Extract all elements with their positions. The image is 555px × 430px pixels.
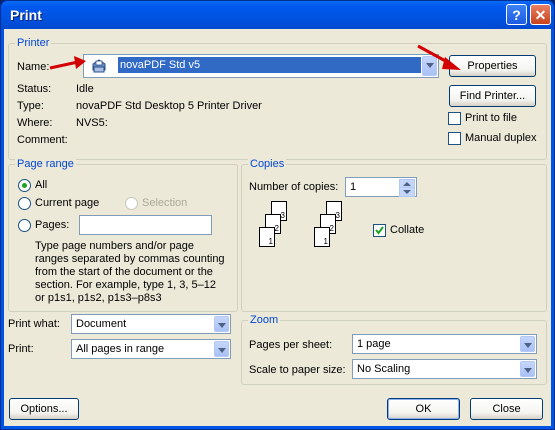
printer-group-label: Printer	[15, 37, 52, 49]
print-to-file-checkbox[interactable]	[448, 112, 461, 125]
zoom-group-label: Zoom	[248, 314, 281, 326]
annotation-arrow-right	[417, 44, 461, 70]
title-bar[interactable]: Print ? ✕	[1, 1, 554, 29]
find-printer-button[interactable]: Find Printer...	[449, 85, 536, 107]
all-radio-label[interactable]: All	[35, 179, 47, 191]
manual-duplex-label[interactable]: Manual duplex	[465, 132, 537, 144]
where-label: Where:	[17, 117, 53, 129]
manual-duplex-checkbox[interactable]	[448, 132, 461, 145]
pages-per-sheet-select[interactable]: 1 page	[352, 334, 537, 354]
printer-icon	[90, 58, 108, 74]
page-icon: 1	[314, 227, 330, 247]
where-value: NVS5:	[76, 117, 108, 129]
print-dialog: Print ? ✕ Printer Name: novaPDF Std v5 P…	[0, 0, 555, 430]
print-what-label: Print what:	[8, 318, 60, 330]
collate-illustration: 3 2 1 3 2 1	[249, 201, 349, 261]
dialog-body: Printer Name: novaPDF Std v5 Properties …	[4, 29, 551, 426]
pages-label[interactable]: Pages:	[35, 219, 69, 231]
name-label: Name:	[17, 61, 50, 73]
all-radio[interactable]	[18, 179, 31, 192]
status-value: Idle	[76, 83, 94, 95]
scale-to-paper-select[interactable]: No Scaling	[352, 359, 537, 379]
ok-button[interactable]: OK	[387, 398, 460, 420]
pages-per-sheet-value: 1 page	[357, 338, 391, 350]
print-what-select[interactable]: Document	[71, 314, 231, 334]
copies-stepper[interactable]: 1	[345, 177, 417, 197]
printer-name-value: novaPDF Std v5	[118, 57, 421, 73]
print-to-file-label[interactable]: Print to file	[465, 112, 517, 124]
pages-input[interactable]	[79, 215, 212, 235]
close-button[interactable]: Close	[470, 398, 543, 420]
pages-radio[interactable]	[18, 219, 31, 232]
chevron-down-icon[interactable]	[214, 316, 229, 332]
selection-label[interactable]: Selection	[142, 197, 187, 209]
print-value: All pages in range	[76, 343, 165, 355]
page-range-help-text: Type page numbers and/or page ranges sep…	[35, 240, 225, 304]
page-range-group-label: Page range	[15, 158, 76, 170]
selection-radio[interactable]	[125, 197, 138, 210]
scale-to-paper-label: Scale to paper size:	[249, 364, 346, 376]
print-select[interactable]: All pages in range	[71, 339, 231, 359]
print-what-value: Document	[76, 318, 127, 330]
window-title: Print	[10, 7, 42, 23]
options-button[interactable]: Options...	[9, 398, 79, 420]
spin-down-icon[interactable]	[399, 187, 415, 197]
chevron-down-icon[interactable]	[520, 361, 535, 377]
help-button[interactable]: ?	[506, 4, 527, 25]
type-value: novaPDF Std Desktop 5 Printer Driver	[76, 100, 262, 112]
annotation-arrow-left	[49, 56, 86, 70]
scale-to-paper-value: No Scaling	[357, 363, 411, 375]
collate-checkbox[interactable]	[373, 224, 386, 237]
chevron-down-icon[interactable]	[520, 336, 535, 352]
type-label: Type:	[17, 100, 44, 112]
close-window-button[interactable]: ✕	[530, 4, 551, 25]
printer-name-select[interactable]: novaPDF Std v5	[83, 54, 439, 78]
collate-label[interactable]: Collate	[390, 224, 424, 236]
page-icon: 1	[259, 227, 275, 247]
chevron-down-icon[interactable]	[214, 341, 229, 357]
status-label: Status:	[17, 83, 52, 95]
pages-per-sheet-label: Pages per sheet:	[249, 339, 333, 351]
number-of-copies-label: Number of copies:	[249, 181, 339, 193]
checkmark-icon	[375, 226, 384, 235]
print-label: Print:	[8, 343, 34, 355]
copies-group-label: Copies	[248, 158, 287, 170]
current-page-label[interactable]: Current page	[35, 197, 99, 209]
copies-value: 1	[350, 181, 357, 193]
comment-label: Comment:	[17, 134, 68, 146]
current-page-radio[interactable]	[18, 197, 31, 210]
